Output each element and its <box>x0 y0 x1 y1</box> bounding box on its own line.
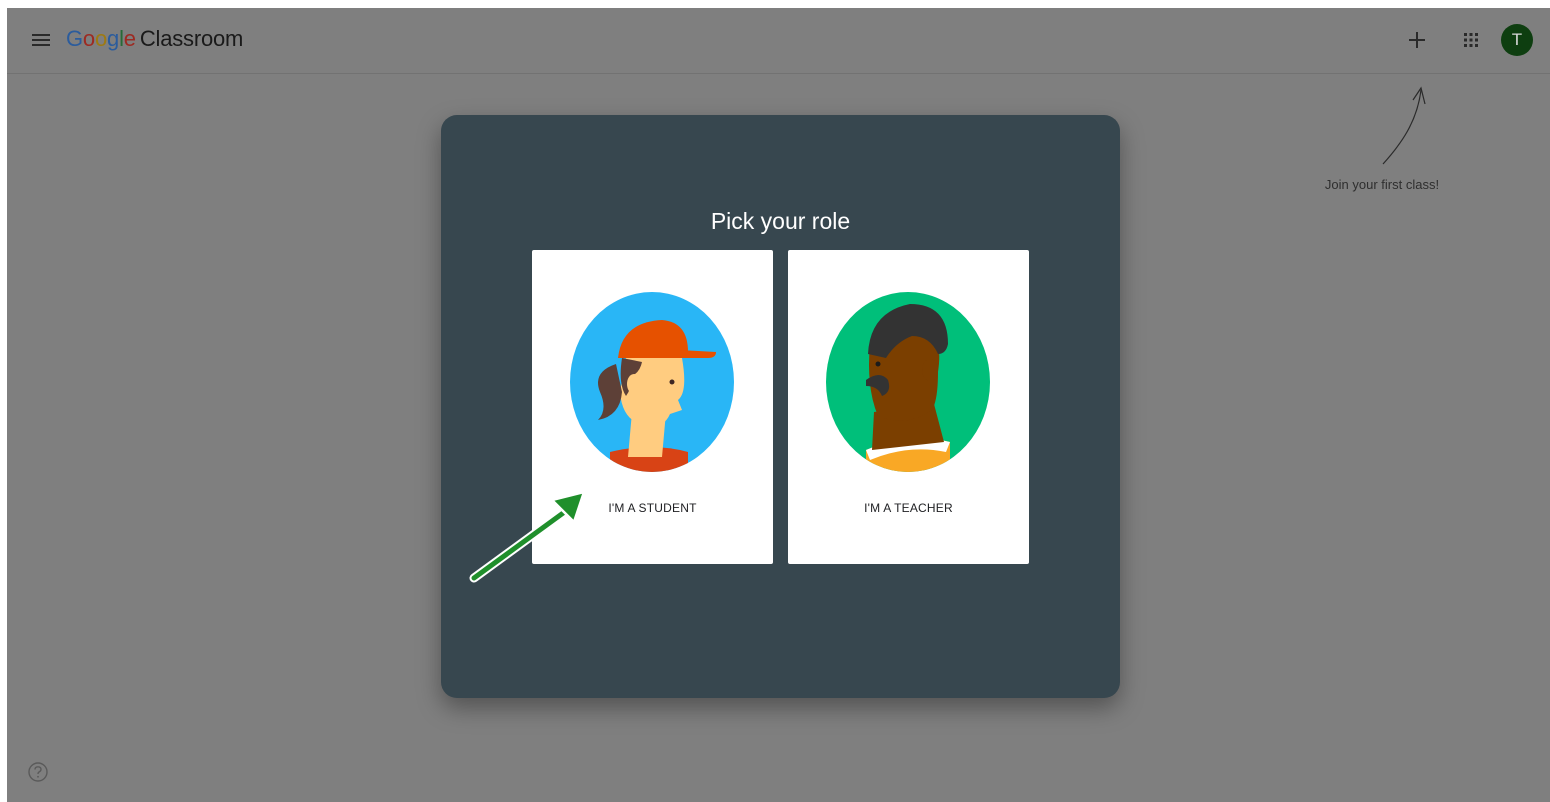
logo-product-name: Classroom <box>139 26 244 51</box>
teacher-role-label: I'M A TEACHER <box>864 501 953 515</box>
green-pointer-arrow-icon <box>462 480 602 590</box>
teacher-role-card[interactable]: I'M A TEACHER <box>788 250 1029 564</box>
help-question-icon[interactable] <box>27 761 49 783</box>
top-app-bar: Google Classroom T <box>7 8 1550 74</box>
google-classroom-logo[interactable]: Google Classroom <box>66 25 243 53</box>
logo-letter: G <box>66 26 83 51</box>
logo-letter: g <box>107 26 120 51</box>
apps-grid-icon[interactable] <box>1459 28 1483 52</box>
hint-arrow-icon <box>1369 78 1439 178</box>
logo-letter: e <box>123 26 136 51</box>
join-class-hint: Join your first class! <box>1324 177 1440 192</box>
dialog-title: Pick your role <box>710 208 851 234</box>
pick-role-dialog: Pick your role I'M A STUDENT I'M A TEACH… <box>441 115 1120 698</box>
plus-icon[interactable] <box>1404 27 1430 53</box>
account-avatar[interactable]: T <box>1501 24 1533 56</box>
logo-letter: o <box>82 26 95 51</box>
student-illustration <box>570 292 734 472</box>
classroom-screen: Google Classroom T Join your first class!… <box>7 8 1550 802</box>
teacher-illustration <box>826 292 990 472</box>
logo-letter: o <box>94 26 108 51</box>
hamburger-menu-icon[interactable] <box>29 28 53 52</box>
